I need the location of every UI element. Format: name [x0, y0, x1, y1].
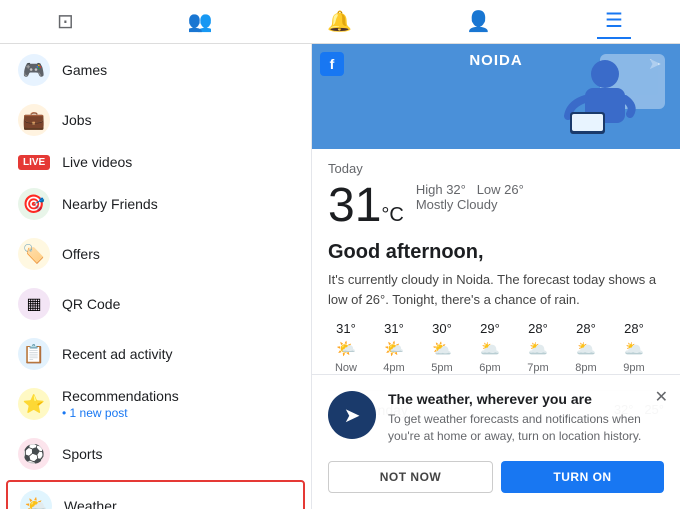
temp-unit: °C	[381, 204, 403, 226]
hourly-item: 30° ⛅ 5pm	[424, 321, 460, 374]
sidebar-item-live-videos[interactable]: LIVE Live videos	[6, 146, 305, 178]
high-low: High 32° Low 26°	[416, 182, 524, 197]
sidebar-label-weather: Weather	[64, 498, 117, 509]
right-panel: ➤ f NOIDA	[312, 44, 680, 509]
temperature-row: 31°C High 32° Low 26° Mostly Cloudy	[328, 178, 664, 233]
hourly-item: 28° 🌥️ 7pm	[520, 321, 556, 374]
tooltip-location-icon: ➤	[328, 391, 376, 439]
nav-menu-icon[interactable]: ☰	[597, 4, 631, 39]
top-nav: ⊡ 👥 🔔 👤 ☰	[0, 0, 680, 44]
hourly-item: 31° 🌤️ 4pm	[376, 321, 412, 374]
live-badge: LIVE	[18, 155, 50, 170]
hourly-item: 31° 🌤️ Now	[328, 321, 364, 374]
tooltip-title: The weather, wherever you are	[388, 391, 664, 407]
nav-bell-icon[interactable]: 🔔	[319, 5, 360, 38]
weather-city: NOIDA	[469, 52, 522, 69]
hourly-item: 28° 🌥️ 9pm	[616, 321, 652, 374]
recommendations-sublabel: • 1 new post	[62, 406, 179, 420]
weather-condition: Mostly Cloudy	[416, 197, 524, 212]
sidebar: 🎮 Games 💼 Jobs LIVE Live videos 🎯 Nearby…	[0, 44, 312, 509]
sidebar-item-weather[interactable]: 🌤️ Weather	[6, 480, 305, 509]
weather-details: High 32° Low 26° Mostly Cloudy	[416, 178, 524, 212]
qr-code-icon: ▦	[18, 288, 50, 320]
sidebar-label-qr: QR Code	[62, 296, 120, 312]
weather-icon: 🌤️	[20, 490, 52, 509]
not-now-button[interactable]: NOT NOW	[328, 461, 493, 493]
sidebar-label-offers: Offers	[62, 246, 100, 262]
turn-on-button[interactable]: TURN ON	[501, 461, 664, 493]
sidebar-item-offers[interactable]: 🏷️ Offers	[6, 230, 305, 278]
temp-value: 31	[328, 179, 381, 232]
close-tooltip-button[interactable]: ✕	[655, 387, 668, 407]
facebook-badge: f	[320, 52, 344, 76]
nav-home-icon[interactable]: ⊡	[49, 5, 82, 38]
nearby-friends-icon: 🎯	[18, 188, 50, 220]
sidebar-label-jobs: Jobs	[62, 112, 92, 128]
sidebar-item-nearby-friends[interactable]: 🎯 Nearby Friends	[6, 180, 305, 228]
jobs-icon: 💼	[18, 104, 50, 136]
today-label: Today	[328, 161, 664, 176]
recent-ad-icon: 📋	[18, 338, 50, 370]
sidebar-item-recommendations[interactable]: ⭐ Recommendations • 1 new post	[6, 380, 305, 428]
sidebar-item-games[interactable]: 🎮 Games	[6, 46, 305, 94]
sports-icon: ⚽	[18, 438, 50, 470]
hourly-item: 29° 🌥️ 6pm	[472, 321, 508, 374]
tooltip-text: The weather, wherever you are To get wea…	[388, 391, 664, 445]
weather-illustration	[540, 44, 670, 149]
weather-description: It's currently cloudy in Noida. The fore…	[328, 270, 664, 309]
offers-icon: 🏷️	[18, 238, 50, 270]
sidebar-item-qr-code[interactable]: ▦ QR Code	[6, 280, 305, 328]
recommendations-text-block: Recommendations • 1 new post	[62, 388, 179, 420]
sidebar-item-jobs[interactable]: 💼 Jobs	[6, 96, 305, 144]
temperature-display: 31°C	[328, 178, 404, 233]
tooltip-description: To get weather forecasts and notificatio…	[388, 411, 664, 445]
nav-friends-icon[interactable]: 👥	[180, 5, 221, 38]
sidebar-label-nearby: Nearby Friends	[62, 196, 158, 212]
hourly-forecast: 31° 🌤️ Now 31° 🌤️ 4pm 30° ⛅ 5pm 29° 🌥️ 6…	[328, 321, 664, 382]
sidebar-label-games: Games	[62, 62, 107, 78]
sidebar-label-recent-ad: Recent ad activity	[62, 346, 173, 362]
hourly-item: 28° 🌥️ 8pm	[568, 321, 604, 374]
weather-header: ➤ f NOIDA	[312, 44, 680, 149]
sidebar-item-recent-ad-activity[interactable]: 📋 Recent ad activity	[6, 330, 305, 378]
tooltip-content: ➤ The weather, wherever you are To get w…	[328, 391, 664, 445]
sidebar-label-live: Live videos	[62, 154, 132, 170]
recommendations-icon: ⭐	[18, 388, 50, 420]
sidebar-label-sports: Sports	[62, 446, 102, 462]
sidebar-item-sports[interactable]: ⚽ Sports	[6, 430, 305, 478]
tooltip-buttons: NOT NOW TURN ON	[328, 461, 664, 493]
nav-profile-icon[interactable]: 👤	[458, 5, 499, 38]
main-layout: 🎮 Games 💼 Jobs LIVE Live videos 🎯 Nearby…	[0, 44, 680, 509]
games-icon: 🎮	[18, 54, 50, 86]
sidebar-label-recommendations: Recommendations	[62, 388, 179, 404]
weather-greeting: Good afternoon,	[328, 241, 664, 264]
location-tooltip: ✕ ➤ The weather, wherever you are To get…	[312, 374, 680, 509]
